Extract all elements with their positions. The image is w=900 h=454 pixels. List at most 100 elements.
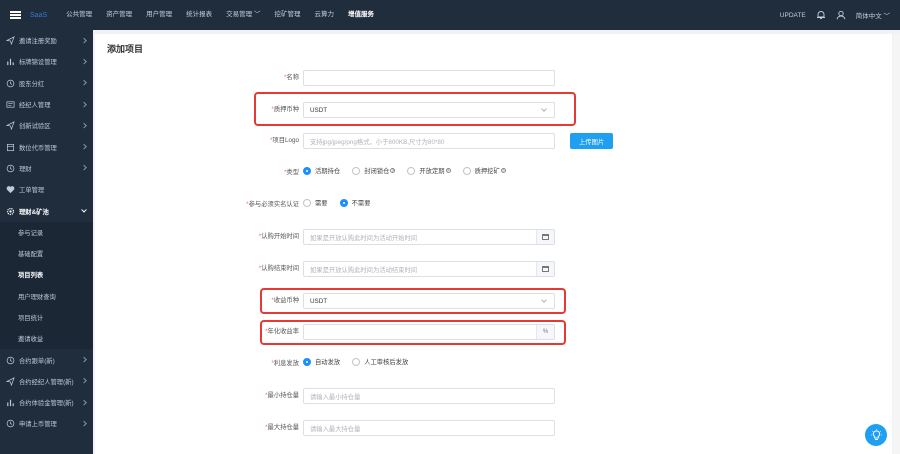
top-right-tools: UPDATE 简体中文 ﹀ (780, 0, 890, 30)
language-select[interactable]: 简体中文 ﹀ (856, 10, 890, 20)
chevron-down-icon: ﹀ (253, 11, 261, 18)
sidebar-label: 邀请注册奖励 (19, 38, 57, 46)
sidebar-item[interactable]: 股东分红 (0, 73, 93, 94)
sidebar-subitem[interactable]: 项目统计 (0, 307, 93, 328)
highlight-box (260, 288, 566, 314)
sidebar: 邀请注册奖励 标牌锦设管理 股东分红 经纪人管理 创新试验区 数位代币管理 理财… (0, 30, 93, 454)
sidebar-item[interactable]: 合约经纪人管理(新) (0, 371, 93, 392)
type-option-closed[interactable]: 封闭锁仓? (352, 166, 396, 175)
topnav-label: 交易管理 (226, 11, 253, 18)
payout-option-manual[interactable]: 人工审核后发放 (352, 357, 408, 366)
sidebar-label: 股东分红 (19, 80, 45, 88)
sidebar-submenu: 参与记录 基础配置 项目列表 用户理财查询 项目统计 邀请收益 (0, 221, 93, 350)
scrollbar[interactable] (893, 34, 900, 454)
chevron-right-icon (81, 58, 87, 65)
sidebar-item[interactable]: 申请上币管理 (0, 413, 93, 434)
brand-logo[interactable]: SaaS (30, 12, 47, 19)
sidebar-subitem-current[interactable]: 项目列表 (0, 264, 93, 285)
name-input[interactable] (303, 70, 555, 86)
max-hold-label: *最大持仓量 (265, 424, 299, 431)
sidebar-item[interactable]: 理财 (0, 158, 93, 179)
sidebar-label: 数位代币管理 (19, 144, 57, 152)
help-lightbulb-button[interactable] (865, 424, 887, 446)
sidebar-label: 理财&矿池 (19, 208, 49, 216)
sidebar-item[interactable]: 数位代币管理 (0, 136, 93, 157)
max-hold-input[interactable]: 请输入最大持仓量 (303, 420, 555, 436)
topnav-item[interactable]: 用户管理 (139, 0, 179, 30)
sidebar-item[interactable]: 标牌锦设管理 (0, 51, 93, 72)
send-icon (6, 36, 15, 46)
sidebar-item[interactable]: 工单管理 (0, 179, 93, 200)
sidebar-item[interactable]: 经纪人管理 (0, 94, 93, 115)
chevron-down-icon: ﹀ (883, 13, 891, 20)
min-hold-input[interactable]: 请输入最小持仓量 (303, 388, 555, 404)
sidebar-item[interactable]: 合约体验金管理(新) (0, 392, 93, 413)
payout-radio-group: 自动发放 人工审核后发放 (303, 357, 420, 366)
form-panel: 添加项目 *名称 *质押币种 USDT *项目Logo 支持jpg/jpeg/p… (95, 34, 892, 454)
realname-label: *参与必须实名认证 (246, 201, 299, 208)
chevron-right-icon (81, 378, 87, 384)
sidebar-label: 合约经纪人管理(新) (19, 378, 74, 386)
language-label: 简体中文 (855, 13, 882, 20)
start-time-label: *认购开始时间 (258, 233, 299, 240)
sidebar-item[interactable]: 合约跟单(新) (0, 349, 93, 370)
update-link[interactable]: UPDATE (780, 12, 806, 19)
realname-option-required[interactable]: 需要 (303, 198, 328, 207)
topnav-item-active[interactable]: 增值服务 (341, 0, 381, 30)
type-label: *类型 (283, 169, 299, 176)
page-title: 添加项目 (107, 44, 144, 54)
chevron-right-icon (81, 80, 87, 86)
topnav-item[interactable]: 资产管理 (99, 0, 139, 30)
type-option-current[interactable]: 活期持仓 (303, 166, 340, 175)
realname-radio-group: 需要 不需要 (303, 198, 382, 207)
topnav-item[interactable]: 公共管理 (59, 0, 99, 30)
sidebar-label: 创新试验区 (19, 123, 51, 131)
topnav-item[interactable]: 统计报表 (179, 0, 219, 30)
upload-image-button[interactable]: 上传图片 (570, 133, 614, 149)
calendar-icon[interactable] (536, 230, 554, 244)
sidebar-subitem[interactable]: 基础配置 (0, 243, 93, 264)
calendar-icon[interactable] (536, 262, 554, 276)
start-time-picker[interactable]: 如果是开放认购此时间为活动开始时间 (303, 229, 555, 245)
chevron-right-icon (81, 101, 87, 107)
sidebar-subitem[interactable]: 邀请收益 (0, 328, 93, 349)
sidebar-item-finance[interactable]: 理财&矿池 (0, 200, 93, 221)
clock-icon (6, 79, 15, 88)
logo-label: *项目Logo (269, 137, 299, 144)
bar-chart-icon (7, 59, 14, 66)
chevron-right-icon (81, 356, 87, 363)
payout-option-auto[interactable]: 自动发放 (303, 357, 340, 366)
main-content: 添加项目 *名称 *质押币种 USDT *项目Logo 支持jpg/jpeg/p… (93, 30, 900, 454)
end-time-picker[interactable]: 如果是开放认购此时间为活动结束时间 (303, 261, 555, 277)
heart-icon (6, 186, 15, 194)
topnav-item[interactable]: 挖矿管理 (267, 0, 307, 30)
help-icon[interactable]: ? (500, 168, 506, 173)
type-option-mining[interactable]: 质押挖矿? (462, 166, 506, 175)
topnav-item-trade[interactable]: 交易管理 ﹀ (219, 0, 267, 30)
chevron-right-icon (81, 399, 87, 406)
sidebar-subitem[interactable]: 参与记录 (0, 222, 93, 243)
type-radio-group: 活期持仓 封闭锁仓? 开放定期? 质押挖矿? (303, 166, 518, 175)
top-bar: SaaS 公共管理 资产管理 用户管理 统计报表 交易管理 ﹀ 挖矿管理 云算力… (0, 0, 900, 30)
logo-input[interactable]: 支持jpg/jpeg/png格式，小于800KB,尺寸为80*80 (303, 133, 555, 149)
chevron-right-icon (81, 143, 87, 150)
sidebar-subitem[interactable]: 用户理财查询 (0, 286, 93, 307)
type-option-open-term[interactable]: 开放定期? (407, 166, 451, 175)
menu-toggle-icon[interactable] (0, 0, 30, 30)
name-label: *名称 (283, 74, 299, 81)
topnav-item[interactable]: 云算力 (307, 0, 341, 30)
bell-icon[interactable] (816, 10, 826, 20)
top-nav: 公共管理 资产管理 用户管理 统计报表 交易管理 ﹀ 挖矿管理 云算力 增值服务 (59, 0, 381, 30)
clock-icon (6, 164, 15, 173)
help-icon[interactable]: ? (445, 168, 451, 173)
card-icon (6, 101, 15, 108)
box-icon (6, 143, 15, 151)
sidebar-item[interactable]: 创新试验区 (0, 115, 93, 136)
chevron-right-icon (81, 165, 87, 171)
user-icon[interactable] (836, 10, 846, 20)
highlight-box (260, 320, 566, 345)
help-icon[interactable]: ? (390, 168, 396, 173)
realname-option-not-required[interactable]: 不需要 (339, 198, 370, 207)
bar-chart-icon (7, 399, 14, 407)
sidebar-item[interactable]: 邀请注册奖励 (0, 30, 93, 51)
